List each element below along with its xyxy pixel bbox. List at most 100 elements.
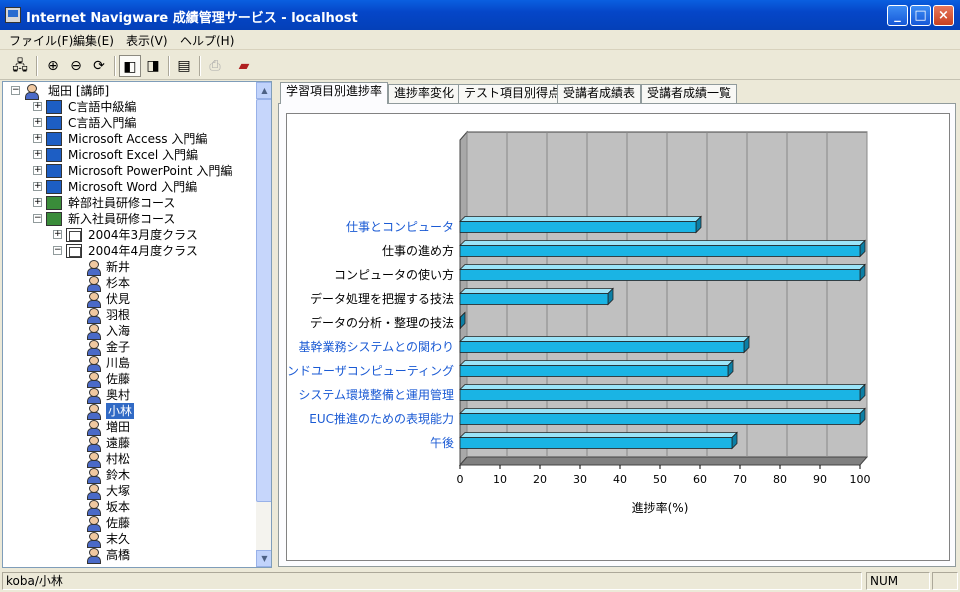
tree-item-label: 坂本 (106, 500, 131, 514)
x-tick-label: 90 (813, 473, 827, 486)
x-tick-label: 30 (573, 473, 587, 486)
collapse-icon[interactable]: − (33, 214, 42, 223)
x-tick-label: 10 (493, 473, 507, 486)
tree-student[interactable]: 小林 (3, 403, 255, 420)
tree-item-label: 大塚 (106, 484, 131, 498)
expand-icon[interactable]: + (33, 198, 42, 207)
collapse-icon[interactable]: − (11, 86, 20, 95)
tab-student-list[interactable]: 受講者成績一覧 (641, 84, 738, 103)
tree-root-instructor[interactable]: − 堀田 [講師] (3, 83, 255, 100)
tree-student[interactable]: 大塚 (3, 483, 255, 500)
x-tick-label: 50 (653, 473, 667, 486)
tree-class[interactable]: +2004年3月度クラス (3, 227, 255, 243)
tree-course[interactable]: − 新入社員研修コース (3, 211, 255, 227)
print-icon[interactable]: ⎙ (204, 55, 226, 77)
person-icon (86, 260, 101, 276)
category-label[interactable]: 基幹業務システムとの関わり (298, 339, 454, 354)
class-icon (66, 244, 82, 258)
tree-item-label: 佐藤 (106, 372, 131, 386)
tree-course[interactable]: + Microsoft PowerPoint 入門編 (3, 163, 255, 179)
expand-icon[interactable]: + (33, 118, 42, 127)
category-label[interactable]: 仕事とコンピュータ (346, 220, 454, 234)
tree-student[interactable]: 鈴木 (3, 467, 255, 484)
app-icon[interactable] (5, 7, 21, 23)
scroll-down-icon[interactable]: ▼ (256, 550, 271, 567)
tree-item-label: 末久 (106, 532, 131, 546)
tab-panel: 仕事とコンピュータ 仕事の進め方 コンピュータの使い方 データ処理を把握する技法 データ… (278, 103, 956, 567)
menu-help[interactable]: ヘルプ(H) (180, 32, 234, 49)
book-icon[interactable]: ▰ (233, 55, 255, 77)
maximize-button[interactable]: □ (910, 5, 931, 26)
tree-student[interactable]: 川島 (3, 355, 255, 372)
expand-icon[interactable]: + (33, 182, 42, 191)
group-icon (46, 212, 62, 226)
tree-student[interactable]: 高橋 (3, 547, 255, 564)
tree-student[interactable]: 伏見 (3, 291, 255, 308)
tree-student[interactable]: 増田 (3, 419, 255, 436)
expand-icon[interactable]: + (33, 150, 42, 159)
tree-student[interactable]: 新井 (3, 259, 255, 276)
tab-student-report[interactable]: 受講者成績表 (557, 84, 642, 103)
category-label[interactable]: システム環境整備と運用管理 (298, 387, 454, 402)
zoom-in-icon[interactable]: ⊕ (42, 55, 64, 77)
tree-item-label: 川島 (106, 356, 131, 370)
person-icon (86, 372, 101, 388)
status-num: NUM (866, 572, 930, 590)
tree-course[interactable]: + C言語中級編 (3, 99, 255, 115)
scroll-up-icon[interactable]: ▲ (256, 82, 271, 99)
tree-student[interactable]: 入海 (3, 323, 255, 340)
tree-course[interactable]: + Microsoft Excel 入門編 (3, 147, 255, 163)
tab-learning-progress[interactable]: 学習項目別進捗率 (280, 82, 389, 104)
tree-student[interactable]: 佐藤 (3, 515, 255, 532)
bar (459, 317, 461, 329)
minimize-button[interactable]: _ (887, 5, 908, 26)
close-button[interactable]: × (933, 5, 954, 26)
category-label[interactable]: EUC推進のための表現能力 (309, 412, 454, 426)
chart-view-icon[interactable]: ◨ (142, 55, 164, 77)
bar (459, 437, 733, 449)
category-label[interactable]: エンドユーザコンピューティング (287, 364, 454, 378)
tree-item-label: 佐藤 (106, 516, 131, 530)
menu-file[interactable]: ファイル(F) (9, 32, 73, 49)
status-resize-grip[interactable] (932, 572, 958, 590)
refresh-icon[interactable]: ⟳ (88, 55, 110, 77)
tree-course[interactable]: + Microsoft Word 入門編 (3, 179, 255, 195)
tree-class[interactable]: − 2004年4月度クラス (3, 243, 255, 259)
bar (459, 293, 609, 305)
person-icon (86, 436, 101, 452)
menu-view[interactable]: 表示(V) (126, 32, 168, 49)
report-icon[interactable]: ▤ (173, 55, 195, 77)
course-tree[interactable]: − 堀田 [講師] + C言語中級編 + C言語入門編 + Microsoft Access … (2, 81, 272, 568)
tree-student[interactable]: 金子 (3, 339, 255, 356)
tab-progress-change[interactable]: 進捗率変化 (388, 84, 461, 103)
zoom-out-icon[interactable]: ⊖ (65, 55, 87, 77)
expand-icon[interactable]: + (33, 102, 42, 111)
tree-course[interactable]: + C言語入門編 (3, 115, 255, 131)
tree-scrollbar[interactable]: ▲ ▼ (256, 82, 271, 567)
toolbar: 🖧 ⊕ ⊖ ⟳ ◧ ◨ ▤ ⎙ ▰ (0, 51, 960, 80)
tree-course[interactable]: + Microsoft Access 入門編 (3, 131, 255, 147)
tree-student[interactable]: 遠藤 (3, 435, 255, 452)
tree-item-label: 入海 (106, 324, 131, 338)
tree-student[interactable]: 羽根 (3, 307, 255, 324)
tree-course[interactable]: + 幹部社員研修コース (3, 195, 255, 211)
expand-icon[interactable]: + (33, 134, 42, 143)
tab-test-scores[interactable]: テスト項目別得点 (458, 84, 567, 103)
tree-student[interactable]: 坂本 (3, 499, 255, 516)
tree-view-icon[interactable]: ◧ (119, 55, 141, 77)
progress-chart: 仕事とコンピュータ仕事の進め方コンピュータの使い方データ処理を把握する技法データ… (287, 130, 871, 515)
tree-student[interactable]: 杉本 (3, 275, 255, 292)
tree-student[interactable]: 奥村 (3, 387, 255, 404)
tree-student[interactable]: 末久 (3, 531, 255, 548)
scroll-thumb[interactable] (256, 99, 271, 502)
menu-edit[interactable]: 編集(E) (73, 32, 114, 49)
collapse-icon[interactable]: − (53, 246, 62, 255)
tree-item-label: 新井 (106, 260, 131, 274)
expand-icon[interactable]: + (33, 166, 42, 175)
expand-icon[interactable]: + (53, 230, 62, 239)
category-label[interactable]: 午後 (430, 436, 454, 450)
tree-student[interactable]: 村松 (3, 451, 255, 468)
tree-student[interactable]: 佐藤 (3, 371, 255, 388)
server-icon[interactable]: 🖧 (9, 55, 31, 77)
tree-item-label: 増田 (106, 420, 131, 434)
